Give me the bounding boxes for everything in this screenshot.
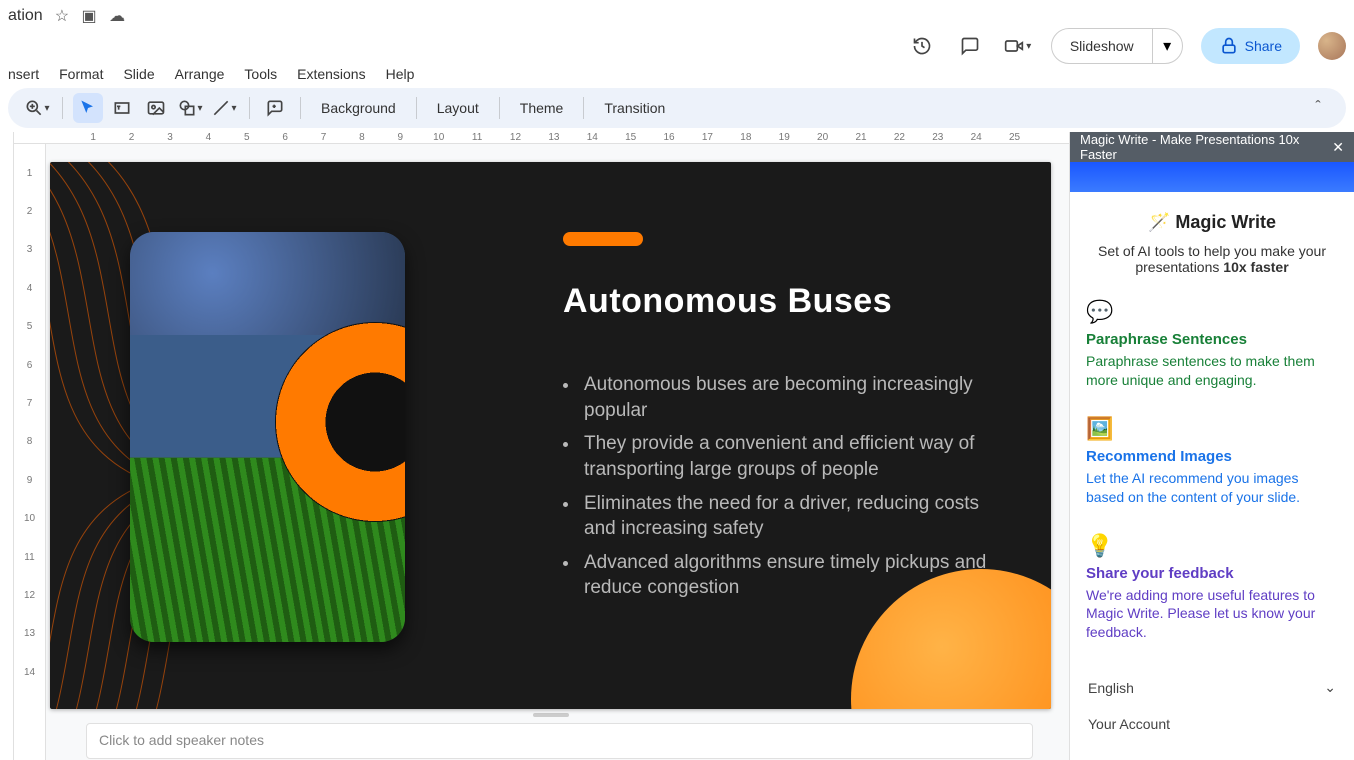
star-icon[interactable]: ☆ — [55, 8, 69, 25]
comment-tool[interactable] — [260, 93, 290, 123]
zoom-tool[interactable]: ▾ — [22, 93, 52, 123]
menu-arrange[interactable]: Arrange — [175, 66, 225, 82]
layout-button[interactable]: Layout — [427, 93, 489, 123]
move-icon[interactable]: ▣ — [82, 8, 97, 25]
slide-canvas[interactable]: Autonomous Buses Autonomous buses are be… — [50, 162, 1051, 709]
menu-extensions[interactable]: Extensions — [297, 66, 365, 82]
image-tool[interactable] — [141, 93, 171, 123]
share-label: Share — [1245, 38, 1282, 54]
panel-accent-strip — [1070, 162, 1354, 192]
magic-write-subtitle: Set of AI tools to help you make your pr… — [1086, 243, 1338, 275]
bullet-item[interactable]: They provide a convenient and efficient … — [580, 431, 1010, 482]
toolbar: ▾ ▾ ▾ Background Layout Theme Trans — [8, 88, 1346, 128]
feature-title: Recommend Images — [1086, 448, 1338, 465]
feature-desc: Paraphrase sentences to make them more u… — [1086, 352, 1338, 390]
share-button[interactable]: Share — [1201, 28, 1300, 64]
slideshow-button[interactable]: Slideshow — [1052, 29, 1152, 63]
speech-bubble-icon: 💬 — [1086, 299, 1113, 325]
feature-title: Share your feedback — [1086, 565, 1338, 582]
menu-tools[interactable]: Tools — [244, 66, 277, 82]
menu-slide[interactable]: Slide — [123, 66, 154, 82]
slideshow-dropdown[interactable]: ▾ — [1152, 29, 1182, 63]
menu-format[interactable]: Format — [59, 66, 103, 82]
menu-help[interactable]: Help — [386, 66, 415, 82]
feature-desc: We're adding more useful features to Mag… — [1086, 586, 1338, 643]
speaker-notes[interactable]: Click to add speaker notes — [86, 723, 1033, 759]
feature-feedback[interactable]: 💡 Share your feedback We're adding more … — [1086, 533, 1338, 643]
account-row[interactable]: Your Account — [1086, 706, 1338, 742]
shape-tool[interactable]: ▾ — [175, 93, 205, 123]
comments-icon[interactable] — [955, 31, 985, 61]
slide-title[interactable]: Autonomous Buses — [563, 282, 892, 321]
close-icon[interactable]: ✕ — [1332, 139, 1344, 156]
accent-bar — [563, 232, 643, 246]
lightbulb-icon: 💡 — [1086, 533, 1113, 559]
menu-bar: nsert Format Slide Arrange Tools Extensi… — [0, 60, 1354, 88]
horizontal-ruler: 1234567891011121314151617181920212223242… — [14, 132, 1069, 144]
panel-header-title: Magic Write - Make Presentations 10x Fas… — [1080, 132, 1332, 162]
language-selector[interactable]: English ⌄ — [1086, 668, 1338, 706]
video-call-icon[interactable]: ▾ — [1003, 31, 1033, 61]
feature-title: Paraphrase Sentences — [1086, 331, 1338, 348]
vertical-ruler: 1234567891011121314 — [14, 144, 46, 760]
feature-desc: Let the AI recommend you images based on… — [1086, 469, 1338, 507]
magic-write-title: Magic Write — [1086, 212, 1338, 233]
magic-write-panel: Magic Write - Make Presentations 10x Fas… — [1069, 132, 1354, 760]
language-label: English — [1088, 680, 1134, 696]
transition-button[interactable]: Transition — [594, 93, 675, 123]
feature-paraphrase[interactable]: 💬 Paraphrase Sentences Paraphrase senten… — [1086, 299, 1338, 390]
cloud-icon[interactable]: ☁ — [109, 8, 125, 25]
bullet-item[interactable]: Eliminates the need for a driver, reduci… — [580, 491, 1010, 542]
collapse-toolbar-icon[interactable]: ˆ — [1304, 94, 1332, 122]
slide-thumbnail-strip[interactable] — [0, 132, 14, 760]
theme-button[interactable]: Theme — [510, 93, 574, 123]
bullet-item[interactable]: Autonomous buses are becoming increasing… — [580, 372, 1010, 423]
background-button[interactable]: Background — [311, 93, 406, 123]
account-avatar[interactable] — [1318, 32, 1346, 60]
textbox-tool[interactable] — [107, 93, 137, 123]
doc-title[interactable]: ation — [8, 7, 43, 25]
menu-insert[interactable]: nsert — [8, 66, 39, 82]
feature-recommend-images[interactable]: 🖼️ Recommend Images Let the AI recommend… — [1086, 416, 1338, 507]
line-tool[interactable]: ▾ — [209, 93, 239, 123]
history-icon[interactable] — [907, 31, 937, 61]
select-tool[interactable] — [73, 93, 103, 123]
chevron-down-icon: ⌄ — [1324, 679, 1336, 696]
slide-image[interactable] — [130, 232, 405, 642]
picture-icon: 🖼️ — [1086, 416, 1113, 442]
notes-resize-handle[interactable] — [50, 709, 1051, 721]
